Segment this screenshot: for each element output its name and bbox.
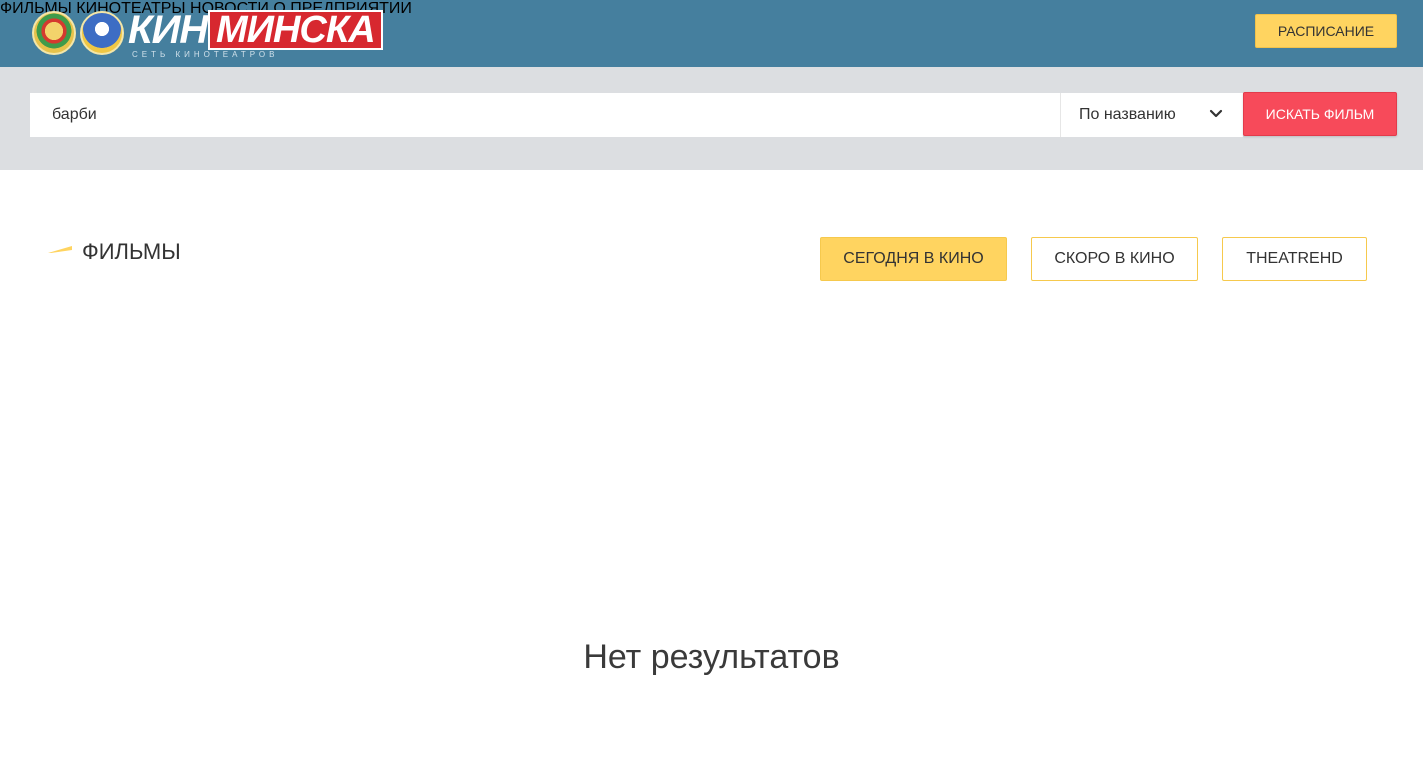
logo-subtitle: СЕТЬ КИНОТЕАТРОВ [132,50,279,59]
schedule-button[interactable]: РАСПИСАНИЕ [1255,14,1397,48]
site-logo[interactable]: КИНО МИНСКА СЕТЬ КИНОТЕАТРОВ [32,8,383,60]
chevron-down-icon [1209,109,1223,118]
tab-today[interactable]: СЕГОДНЯ В КИНО [820,237,1007,281]
tab-coming-soon[interactable]: СКОРО В КИНО [1031,237,1198,281]
search-bar: По названию ИСКАТЬ ФИЛЬМ [0,67,1423,170]
section-accent-icon [48,246,72,253]
search-type-value: По названию [1079,106,1176,123]
logo-word-minska: МИНСКА [208,10,383,50]
site-header: КИНО МИНСКА СЕТЬ КИНОТЕАТРОВ ФИЛЬМЫ КИНО… [0,0,1423,67]
belarus-emblem-icon [32,11,76,55]
section-title: ФИЛЬМЫ [82,239,181,264]
search-film-button[interactable]: ИСКАТЬ ФИЛЬМ [1243,92,1397,136]
search-input[interactable] [30,93,1060,137]
tab-theatrehd[interactable]: THEATREHD [1222,237,1367,281]
search-type-select[interactable]: По названию [1060,93,1243,137]
minsk-coat-of-arms-icon [80,11,124,55]
no-results-message: Нет результатов [583,638,840,676]
